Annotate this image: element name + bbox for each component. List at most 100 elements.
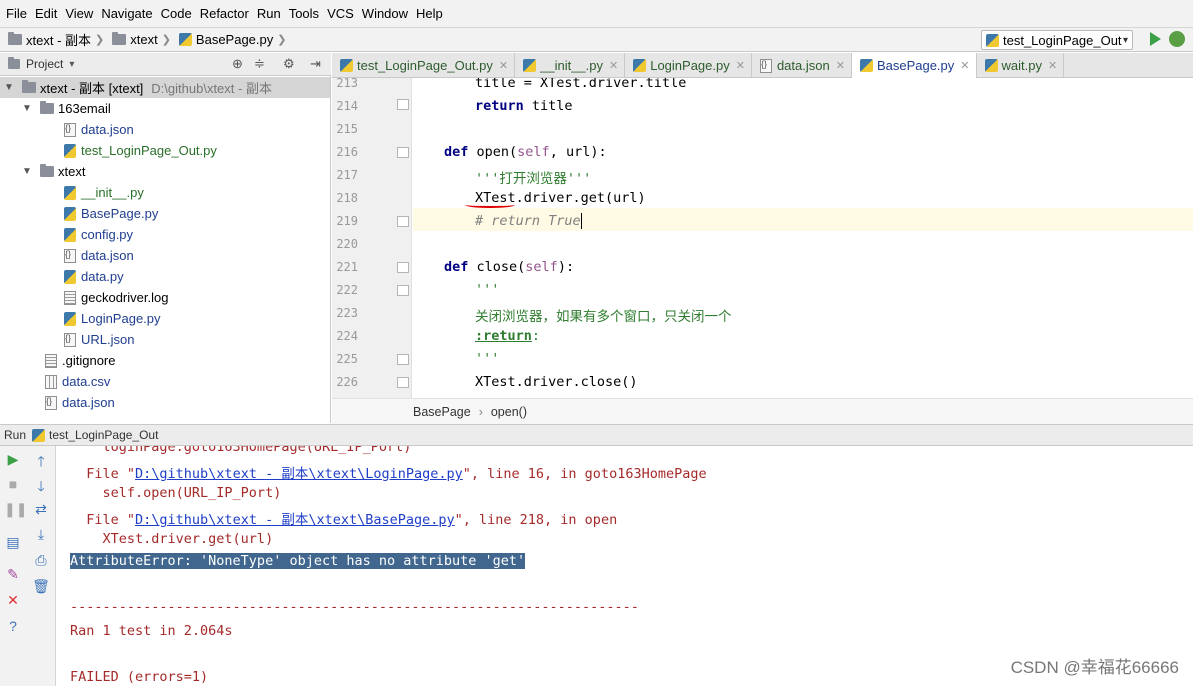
tab-test-loginpage-out[interactable]: test_LoginPage_Out.py ✕: [332, 53, 516, 78]
menu-view[interactable]: View: [61, 6, 97, 21]
tab-init[interactable]: __init__.py ✕: [515, 53, 626, 78]
tree-item-file[interactable]: config.py: [64, 224, 133, 245]
run-console[interactable]: loginPage.goto163HomePage(URL_IP_Port) F…: [57, 446, 1193, 686]
tree-item-file[interactable]: BasePage.py: [64, 203, 158, 224]
chevron-right-icon: ❯: [95, 34, 105, 46]
close-icon[interactable]: ✕: [4, 592, 22, 609]
fold-marker-icon[interactable]: [397, 377, 409, 388]
tree-item-file[interactable]: data.csv: [45, 371, 110, 392]
tree-item-label: URL.json: [81, 332, 135, 347]
line-number: 222: [336, 283, 358, 297]
tab-data-json[interactable]: data.json ✕: [752, 53, 852, 78]
tree-item-file[interactable]: URL.json: [64, 329, 134, 350]
menu-tools[interactable]: Tools: [285, 6, 323, 21]
menu-refactor[interactable]: Refactor: [196, 6, 253, 21]
close-icon[interactable]: ✕: [499, 59, 508, 72]
breadcrumb-method[interactable]: open(): [491, 405, 527, 419]
tab-wait[interactable]: wait.py ✕: [977, 53, 1065, 78]
tree-item-folder[interactable]: ▼ 163email: [22, 98, 111, 119]
breadcrumb-class[interactable]: BasePage: [413, 405, 471, 419]
menu-help[interactable]: Help: [412, 6, 447, 21]
tab-basepage[interactable]: BasePage.py ✕: [851, 53, 977, 78]
run-panel-config[interactable]: test_LoginPage_Out: [49, 428, 158, 442]
scroll-to-end-icon[interactable]: ⤓: [32, 526, 50, 543]
menu-vcs[interactable]: VCS: [323, 6, 358, 21]
tree-item-file[interactable]: __init__.py: [64, 182, 144, 203]
fold-marker-icon[interactable]: [397, 354, 409, 365]
code-line-222: ''': [475, 282, 500, 298]
soft-wrap-icon[interactable]: ⇄: [32, 501, 50, 518]
tree-item-file[interactable]: test_LoginPage_Out.py: [64, 140, 217, 161]
project-panel-title[interactable]: Project: [26, 57, 63, 71]
code-editor[interactable]: 213 214 215 216 217 218 219 220 221 222 …: [332, 78, 1193, 398]
json-file-icon: [64, 248, 76, 263]
collapse-icon[interactable]: ≑: [254, 56, 265, 72]
menu-window[interactable]: Window: [358, 6, 412, 21]
fold-marker-icon[interactable]: [397, 216, 409, 227]
console-text: ", line 16, in goto163HomePage: [462, 466, 707, 482]
python-file-icon: [32, 428, 46, 442]
code-text: , url):: [549, 144, 607, 160]
nav-crumb-file[interactable]: BasePage.py ❯: [178, 32, 291, 47]
tree-item-file[interactable]: .gitignore: [45, 350, 115, 371]
python-file-icon: [64, 227, 76, 242]
python-file-icon: [523, 59, 537, 72]
menu-run[interactable]: Run: [253, 6, 285, 21]
nav-crumb-project[interactable]: xtext - 副本 ❯: [8, 30, 108, 49]
file-link[interactable]: D:\github\xtext - 副本\xtext\LoginPage.py: [135, 466, 463, 482]
close-icon[interactable]: ✕: [836, 59, 845, 72]
folder-icon: [40, 101, 54, 114]
tree-item-file[interactable]: data.py: [64, 266, 124, 287]
menu-edit[interactable]: Edit: [31, 6, 61, 21]
trash-icon[interactable]: 🗑: [32, 578, 50, 595]
rerun-icon[interactable]: ▶: [4, 451, 22, 468]
pause-icon[interactable]: ❚❚: [4, 501, 27, 518]
layout-icon[interactable]: ▤: [4, 534, 22, 551]
chevron-down-icon[interactable]: ▾: [69, 59, 74, 70]
tree-item-file[interactable]: data.json: [64, 119, 134, 140]
fold-marker-icon[interactable]: [397, 147, 409, 158]
editor-tab-bar: test_LoginPage_Out.py ✕ __init__.py ✕ Lo…: [332, 53, 1193, 78]
tree-item-folder[interactable]: ▼ xtext: [22, 161, 85, 182]
menu-file[interactable]: File: [2, 6, 31, 21]
fold-marker-icon[interactable]: [397, 285, 409, 296]
tree-item-root[interactable]: ▼ xtext - 副本 [xtext] D:\github\xtext - 副…: [0, 77, 330, 98]
chevron-down-icon[interactable]: ▼: [4, 82, 16, 93]
tree-item-file[interactable]: geckodriver.log: [64, 287, 168, 308]
close-icon[interactable]: ✕: [1048, 59, 1057, 72]
file-link[interactable]: D:\github\xtext - 副本\xtext\BasePage.py: [135, 512, 455, 528]
stop-icon[interactable]: ■: [4, 476, 22, 492]
line-number: 213: [336, 78, 358, 90]
nav-crumb-folder[interactable]: xtext ❯: [112, 32, 175, 47]
tree-item-file[interactable]: LoginPage.py: [64, 308, 161, 329]
console-line: self.open(URL_IP_Port): [70, 485, 282, 501]
debug-icon[interactable]: [1169, 31, 1185, 47]
fold-marker-icon[interactable]: [397, 99, 409, 110]
print-icon[interactable]: ⎙: [32, 552, 50, 569]
close-icon[interactable]: ✕: [609, 59, 618, 72]
scroll-down-icon[interactable]: 🡓: [32, 476, 50, 500]
console-line: File "D:\github\xtext - 副本\xtext\BasePag…: [70, 508, 617, 528]
json-file-icon: [64, 122, 76, 137]
log-file-icon: [64, 290, 76, 305]
chevron-down-icon[interactable]: ▼: [22, 166, 34, 177]
line-number: 216: [336, 145, 358, 159]
tab-loginpage[interactable]: LoginPage.py ✕: [625, 53, 752, 78]
gear-icon[interactable]: ⚙: [283, 56, 295, 72]
chevron-down-icon[interactable]: ▼: [22, 103, 34, 114]
run-configuration-select[interactable]: test_LoginPage_Out ▾: [981, 30, 1133, 50]
help-icon[interactable]: ?: [4, 618, 22, 634]
close-icon[interactable]: ✕: [960, 59, 969, 72]
scroll-up-icon[interactable]: 🡑: [32, 451, 50, 475]
fold-marker-icon[interactable]: [397, 262, 409, 273]
menu-navigate[interactable]: Navigate: [97, 6, 156, 21]
pin-icon[interactable]: ✎: [4, 566, 22, 583]
menu-code[interactable]: Code: [157, 6, 196, 21]
run-icon[interactable]: [1150, 32, 1161, 46]
close-icon[interactable]: ✕: [736, 59, 745, 72]
tree-item-file[interactable]: data.json: [45, 392, 115, 413]
locate-icon[interactable]: ⊕: [232, 56, 243, 72]
tree-item-file[interactable]: data.json: [64, 245, 134, 266]
run-panel-title[interactable]: Run: [4, 428, 26, 442]
hide-icon[interactable]: ⇥: [310, 56, 321, 72]
